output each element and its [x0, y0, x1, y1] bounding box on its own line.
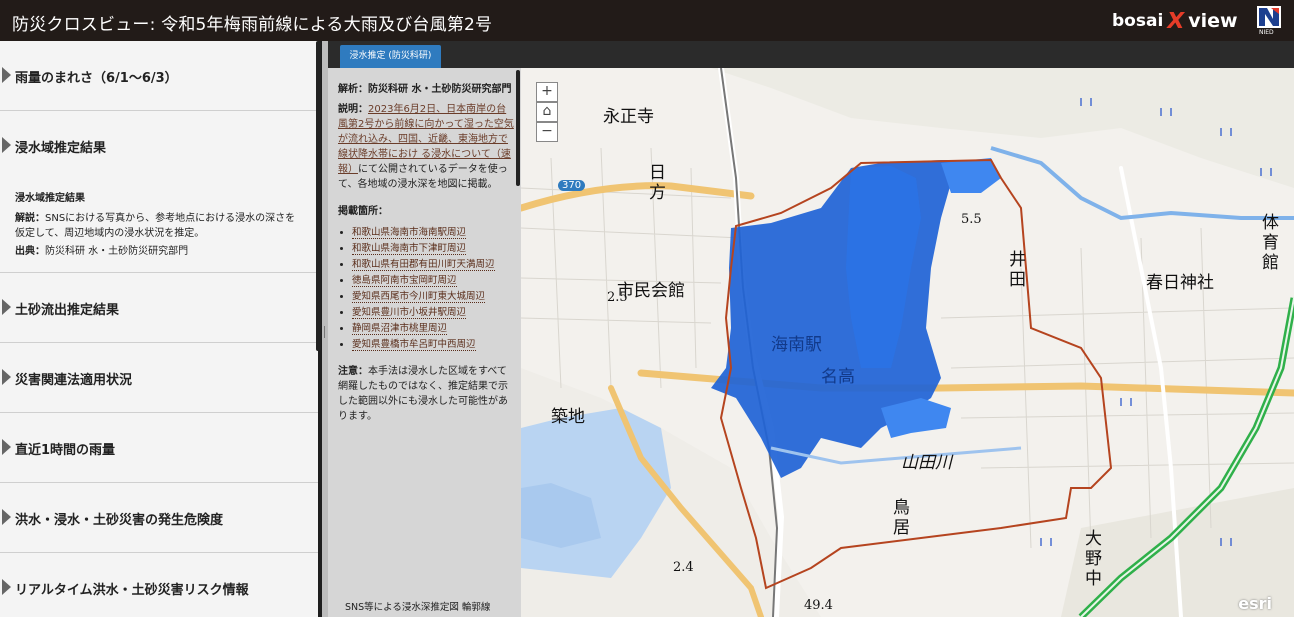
location-item[interactable]: 和歌山県海南市下津町周辺 [352, 241, 514, 256]
location-item[interactable]: 和歌山県海南市海南駅周辺 [352, 225, 514, 240]
chevron-right-icon [2, 369, 11, 385]
chevron-right-icon [2, 299, 11, 315]
info-locations-list: 和歌山県海南市海南駅周辺 和歌山県海南市下津町周辺 和歌山県有田郡有田川町天満周… [352, 225, 514, 352]
page-title: 防災クロスビュー: 令和5年梅雨前線による大雨及び台風第2号 [12, 15, 493, 35]
app-root: 防災クロスビュー: 令和5年梅雨前線による大雨及び台風第2号 bosai X v… [0, 0, 1294, 617]
info-footer-caption: SNS等による浸水深推定図 輪郭線 [345, 602, 491, 613]
chevron-right-icon [2, 509, 11, 525]
home-button[interactable]: ⌂ [536, 102, 558, 122]
location-item[interactable]: 徳島県阿南市宝岡町周辺 [352, 273, 514, 288]
location-item[interactable]: 愛知県豊橋市牟呂町中西周辺 [352, 337, 514, 352]
accordion-label: 土砂流出推定結果 [15, 303, 120, 318]
map-label-kata: 方 [649, 183, 666, 203]
brand-left-text: bosai [1112, 11, 1164, 31]
accordion-label: 洪水・浸水・土砂災害の発生危険度 [15, 513, 224, 528]
location-item[interactable]: 和歌山県有田郡有田川町天満周辺 [352, 257, 514, 272]
chevron-right-icon [2, 579, 11, 595]
accordion-realtime-risk[interactable]: リアルタイム洪水・土砂災害リスク情報 [0, 553, 318, 617]
esri-attribution[interactable]: esri [1238, 594, 1272, 613]
map-label-i: 居 [893, 518, 910, 538]
detail-heading: 浸水域推定結果 [15, 193, 85, 204]
map-label-nadaka: 名高 [821, 367, 855, 387]
detail-source: 出典：防災科研 水・土砂防災研究部門 [15, 246, 189, 257]
map-label-den: 田 [1009, 270, 1026, 290]
accordion-hourly-rain[interactable]: 直近1時間の雨量 [0, 413, 318, 483]
layer-tab-bar: 浸水推定 (防災科研) [328, 41, 1294, 68]
chevron-right-icon [2, 439, 11, 455]
accordion-label: 浸水域推定結果 [15, 141, 107, 156]
info-analysis: 解析：防災科研 水・土砂防災研究部門 [338, 84, 512, 95]
map-label-kan: 館 [1262, 253, 1279, 273]
location-item[interactable]: 愛知県西尾市今川町東大城周辺 [352, 289, 514, 304]
map-label-kasuga: 春日神社 [1146, 273, 1214, 293]
flood-estimate-detail: 浸水域推定結果 解説：SNSにおける写真から、参考地点における浸水の深さを仮定し… [15, 191, 305, 259]
map-label-yamadagawa: 山田川 [901, 453, 952, 473]
bosai-xview-logo[interactable]: bosai X view [1112, 6, 1238, 36]
map-elevation-label: 2.4 [673, 560, 694, 575]
accordion-hazard-risk[interactable]: 洪水・浸水・土砂災害の発生危険度 [0, 483, 318, 553]
zoom-in-button[interactable]: + [536, 82, 558, 102]
accordion-label: リアルタイム洪水・土砂災害リスク情報 [15, 583, 249, 598]
location-item[interactable]: 愛知県豊川市小坂井駅周辺 [352, 305, 514, 320]
sidebar-scrollbar[interactable] [316, 41, 321, 351]
accordion-rain-rarity[interactable]: 雨量のまれさ（6/1〜6/3） [0, 41, 318, 111]
brand-x-mark: X [1165, 8, 1187, 34]
info-note: 注意：本手法は浸水した区域をすべて網羅したものではなく、推定結果で示した範囲以外… [338, 366, 508, 422]
map-label-eishoji: 永正寺 [603, 107, 654, 127]
map-label-kainan-station: 海南駅 [771, 335, 822, 355]
map-label-naka: 中 [1085, 569, 1102, 589]
map-elevation-label: 2.5 [607, 290, 628, 305]
tab-flood-estimate[interactable]: 浸水推定 (防災科研) [340, 45, 441, 68]
info-description: 説明：2023年6月2日、日本南岸の台風第2号から前線に向かって湿った空気が流れ… [338, 104, 514, 190]
chevron-right-icon [2, 137, 11, 153]
grip-icon [324, 326, 325, 338]
zoom-out-button[interactable]: − [536, 122, 558, 142]
layer-info-panel: 解析：防災科研 水・土砂防災研究部門 説明：2023年6月2日、日本南岸の台風第… [328, 68, 521, 617]
app-header: 防災クロスビュー: 令和5年梅雨前線による大雨及び台風第2号 bosai X v… [0, 0, 1294, 41]
accordion-label: 雨量のまれさ（6/1〜6/3） [15, 71, 178, 86]
info-scrollbar[interactable] [516, 70, 520, 186]
detail-desc: 解説：SNSにおける写真から、参考地点における浸水の深さを仮定して、周辺地域内の… [15, 213, 296, 239]
accordion-disaster-law[interactable]: 災害関連法適用状況 [0, 343, 318, 413]
nied-logo-icon [1257, 6, 1281, 28]
map-label-chikuji: 築地 [551, 407, 585, 427]
accordion-sediment-estimate[interactable]: 土砂流出推定結果 [0, 273, 318, 343]
map-view[interactable]: + ⌂ − 永正寺 日 方 市民会館 海南駅 名高 築地 山田川 鳥 居 体 育… [521, 68, 1294, 617]
location-item[interactable]: 静岡県沼津市桃里周辺 [352, 321, 514, 336]
info-locations-heading: 掲載箇所： [338, 206, 388, 217]
nied-logo[interactable]: NIED [1255, 5, 1283, 37]
accordion-label: 災害関連法適用状況 [15, 373, 133, 388]
map-elevation-label: 49.4 [804, 598, 833, 613]
accordion-label: 直近1時間の雨量 [15, 443, 116, 458]
brand-right-text: view [1188, 10, 1238, 32]
chevron-right-icon [2, 67, 11, 83]
map-elevation-label: 5.5 [961, 212, 982, 227]
route-370-badge: 370 [558, 180, 586, 191]
nied-logo-text: NIED [1259, 29, 1274, 36]
layer-sidebar: 雨量のまれさ（6/1〜6/3） 浸水域推定結果 浸水域推定結果 解説：SNSにお… [0, 41, 318, 617]
